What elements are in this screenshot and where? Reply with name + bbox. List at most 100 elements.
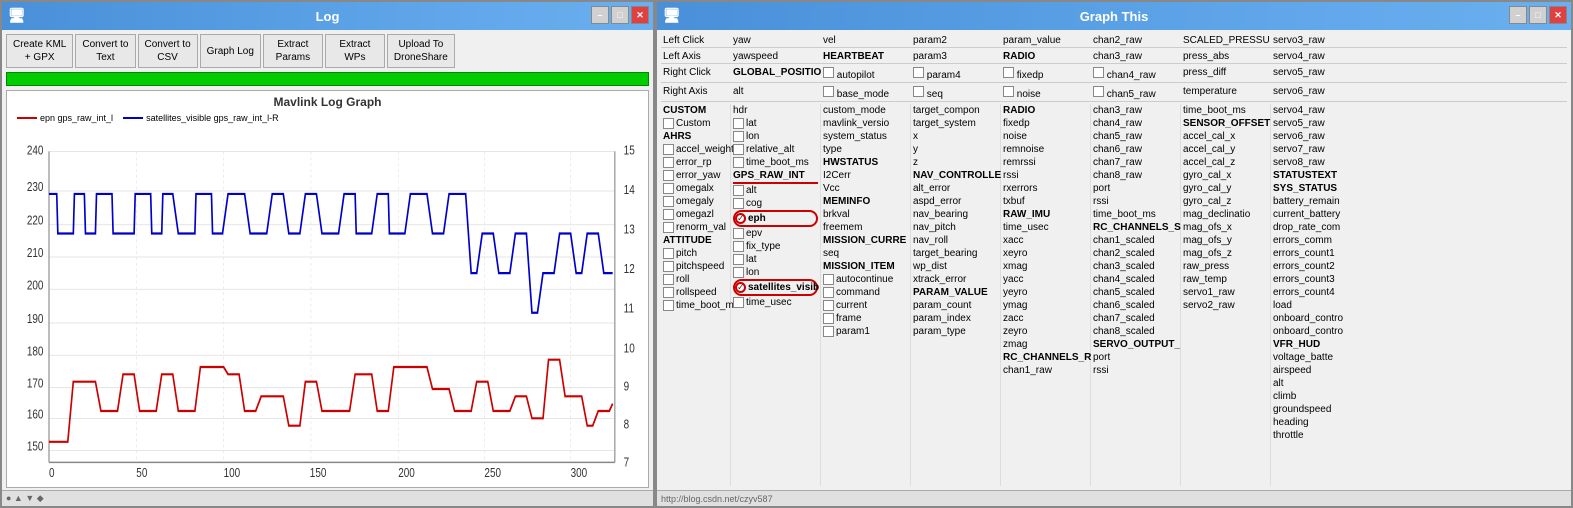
progress-bar [6,72,649,86]
pitchspeed-cb[interactable] [663,261,674,272]
rollspeed-cb[interactable] [663,287,674,298]
close-button[interactable]: ✕ [631,6,649,24]
cog-cb[interactable] [733,198,744,209]
legend-item-red: epn gps_raw_int_l [17,113,113,123]
xmag-val: xmag [1003,260,1088,273]
extract-params-btn[interactable]: Extract Params [263,34,323,68]
zacc-val: zacc [1003,312,1088,325]
omegaly-cb[interactable] [663,196,674,207]
autocontinue-cb[interactable] [823,274,834,285]
aspd-error-val: aspd_error [913,195,998,208]
graph-log-btn[interactable]: Graph Log [200,34,261,68]
graphthis-maximize-btn[interactable]: □ [1529,6,1547,24]
create-kml-btn[interactable]: Create KML + GPX [6,34,73,68]
statusbar-text: ● ▲ ▼ ◆ [6,493,44,504]
upload-droneshare-btn[interactable]: Upload To DroneShare [387,34,455,68]
noise-cb[interactable] [1003,86,1014,97]
base-mode-cb[interactable] [823,86,834,97]
chan5-cb[interactable] [1093,86,1104,97]
minimize-button[interactable]: – [591,6,609,24]
chan1-scaled-val: chan1_scaled [1093,234,1178,247]
throttle-val: throttle [1273,429,1359,442]
left-click-value: yaw [733,35,823,46]
gps-alt-cb[interactable] [733,185,744,196]
time-boot-ms-val: time_boot_ms [1093,208,1178,221]
autopilot-cb[interactable] [823,67,834,78]
svg-text:11: 11 [624,301,634,316]
vcc-val: Vcc [823,182,908,195]
lat-cb2[interactable] [733,118,744,129]
onboard-contro-val2: onboard_contro [1273,325,1359,338]
sat-visib-cb[interactable] [735,282,746,293]
nav-bearing-val: nav_bearing [913,208,998,221]
legend-label-blue: satellites_visible gps_raw_int_l-R [146,113,279,123]
time-usec-cb2[interactable] [733,297,744,308]
epv-cb[interactable] [733,228,744,239]
col8: servo4_raw servo5_raw servo6_raw servo7_… [1271,104,1361,486]
fix-type-cb[interactable] [733,241,744,252]
target-system-val: target_system [913,117,998,130]
omegalx-cb[interactable] [663,183,674,194]
error-rp-cb[interactable] [663,157,674,168]
command-cb[interactable] [823,287,834,298]
left-axis-value: yawspeed [733,51,823,62]
roll-cb[interactable] [663,274,674,285]
accel-weight-row: accel_weight [663,143,728,156]
accel-weight-cb[interactable] [663,144,674,155]
omegazl-cb[interactable] [663,209,674,220]
xtrack-error-val: xtrack_error [913,273,998,286]
fixedp-cb[interactable] [1003,67,1014,78]
maximize-button[interactable]: □ [611,6,629,24]
current-cb[interactable] [823,300,834,311]
chan2-scaled-val: chan2_scaled [1093,247,1178,260]
alt-error-val: alt_error [913,182,998,195]
renorm-val-cb[interactable] [663,222,674,233]
extract-wps-btn[interactable]: Extract WPs [325,34,385,68]
renorm-val-row: renorm_val [663,221,728,234]
rel-alt-cb[interactable] [733,144,744,155]
param4-cb[interactable] [913,67,924,78]
zmag-val: zmag [1003,338,1088,351]
graphthis-minimize-btn[interactable]: – [1509,6,1527,24]
frame-cb[interactable] [823,313,834,324]
error-rp-row: error_rp [663,156,728,169]
log-window-controls: – □ ✕ [591,6,649,24]
lon-cb2[interactable] [733,131,744,142]
port-val: port [1093,182,1178,195]
servo5-raw-label: servo5_raw [1273,67,1363,81]
pitch-cb[interactable] [663,248,674,259]
radio-section: RADIO [1003,104,1088,117]
type-val: type [823,143,908,156]
system-status-val: system_status [823,130,908,143]
graphthis-icon: 🖥 [663,7,681,24]
time-boot-ms-row2: time_boot_ms [733,156,818,169]
servo1-raw-val: servo1_raw [1183,286,1268,299]
chan8-raw-val: chan8_raw [1093,169,1178,182]
omegaly-row: omegaly [663,195,728,208]
legend-item-blue: satellites_visible gps_raw_int_l-R [123,113,279,123]
param1-cb[interactable] [823,326,834,337]
seq-cb[interactable] [913,86,924,97]
eph-cb[interactable] [735,213,746,224]
cog-row: cog [733,197,818,210]
fixedp-label: fixedp [1003,67,1093,81]
convert-text-btn[interactable]: Convert to Text [75,34,135,68]
legend-label-red: epn gps_raw_int_l [40,113,113,123]
svg-text:300: 300 [571,466,588,481]
time-boot-cb2[interactable] [733,157,744,168]
graphthis-close-btn[interactable]: ✕ [1549,6,1567,24]
servo7-raw-val: servo7_raw [1273,143,1359,156]
param-index-val: param_index [913,312,998,325]
y-val: y [913,143,998,156]
graph-svg: 240 230 220 210 200 190 180 170 160 150 … [7,125,648,488]
custom-checkbox[interactable] [663,118,674,129]
time-boot-cb[interactable] [663,300,674,311]
chan5-scaled-val: chan5_scaled [1093,286,1178,299]
chan4-cb[interactable] [1093,67,1104,78]
chan6-raw-val: chan6_raw [1093,143,1178,156]
vel-value: vel [823,35,913,46]
error-yaw-cb[interactable] [663,170,674,181]
gps-lon-cb[interactable] [733,267,744,278]
convert-csv-btn[interactable]: Convert to CSV [138,34,198,68]
gps-lat-cb[interactable] [733,254,744,265]
